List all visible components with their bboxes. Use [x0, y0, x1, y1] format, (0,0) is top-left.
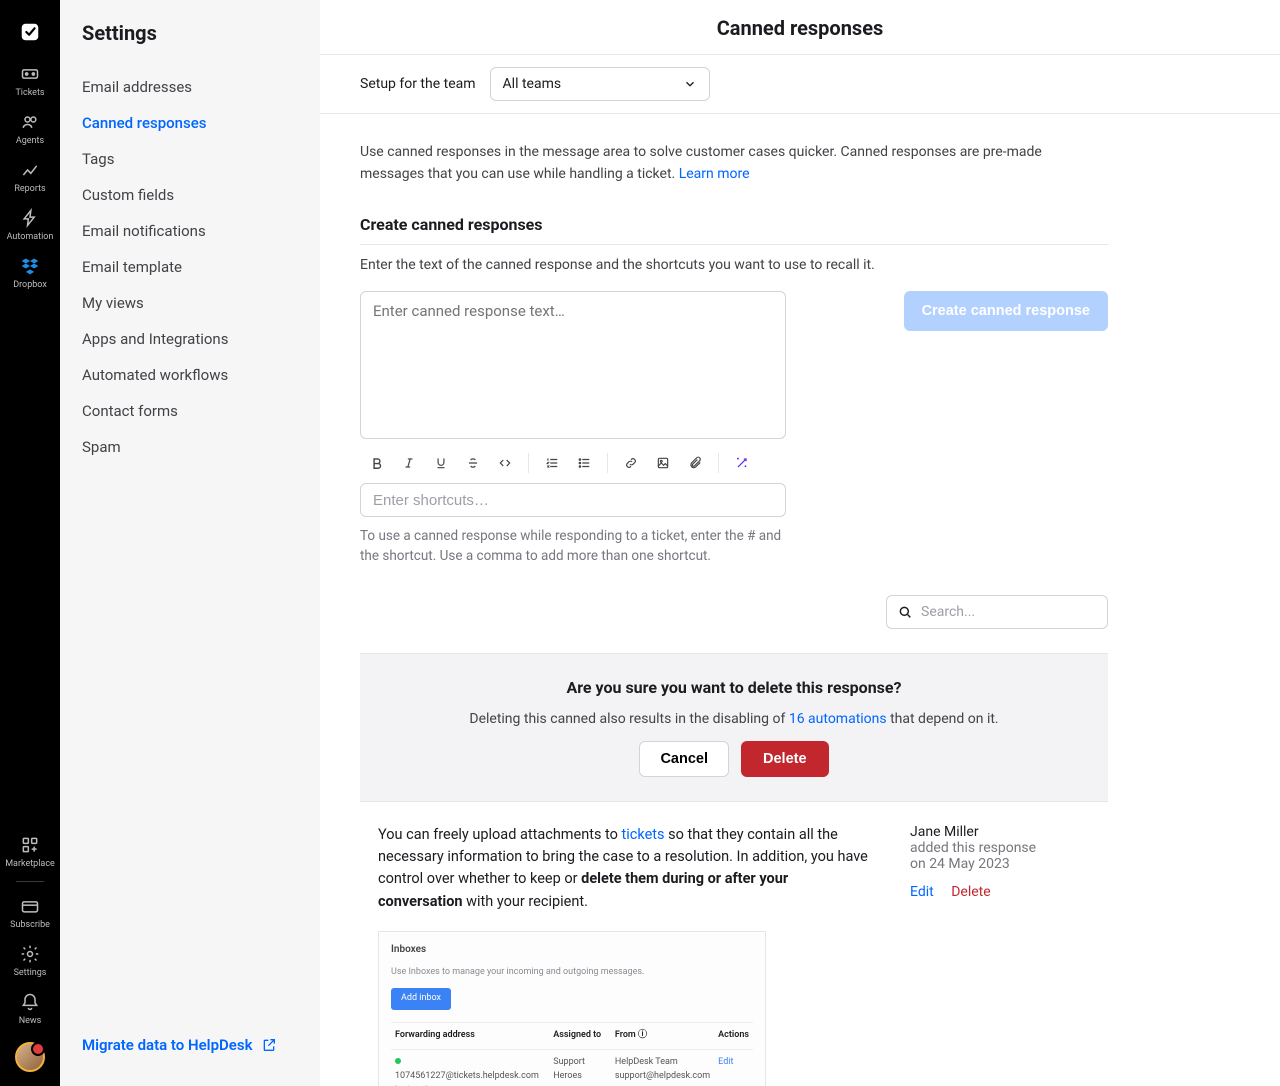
- page-title: Canned responses: [320, 16, 1280, 40]
- cancel-button[interactable]: Cancel: [639, 741, 729, 777]
- rail-item-reports[interactable]: Reports: [0, 152, 60, 200]
- sidebar-item-custom-fields[interactable]: Custom fields: [60, 177, 320, 213]
- delete-button[interactable]: Delete: [741, 741, 829, 777]
- sidebar-item-canned-responses[interactable]: Canned responses: [60, 105, 320, 141]
- chevron-down-icon: [683, 77, 697, 91]
- team-select[interactable]: All teams: [490, 67, 710, 101]
- confirm-title: Are you sure you want to delete this res…: [390, 678, 1078, 697]
- agents-icon: [20, 112, 40, 132]
- shortcut-input[interactable]: [360, 483, 786, 517]
- sidebar-item-email-template[interactable]: Email template: [60, 249, 320, 285]
- rail-item-tickets[interactable]: Tickets: [0, 56, 60, 104]
- subscribe-icon: [20, 896, 40, 916]
- intro-text: Use canned responses in the message area…: [360, 142, 1108, 185]
- main-content: Canned responses Setup for the team All …: [320, 0, 1280, 1086]
- bold-icon[interactable]: [368, 454, 386, 472]
- search-icon: [897, 604, 913, 620]
- underline-icon[interactable]: [432, 454, 450, 472]
- response-edit-link[interactable]: Edit: [910, 884, 934, 900]
- response-thumbnail: Inboxes Use Inboxes to manage your incom…: [378, 931, 766, 1086]
- automations-link[interactable]: 16 automations: [789, 711, 887, 727]
- rail-item-automation[interactable]: Automation: [0, 200, 60, 248]
- strikethrough-icon[interactable]: [464, 454, 482, 472]
- sidebar-title: Settings: [60, 0, 320, 63]
- editor-toolbar: [360, 443, 786, 483]
- response-delete-link[interactable]: Delete: [951, 884, 990, 900]
- external-link-icon: [261, 1037, 277, 1053]
- automation-icon: [20, 208, 40, 228]
- delete-confirmation: Are you sure you want to delete this res…: [360, 653, 1108, 802]
- sidebar-item-spam[interactable]: Spam: [60, 429, 320, 465]
- news-icon: [20, 992, 40, 1012]
- sidebar-item-apps-integrations[interactable]: Apps and Integrations: [60, 321, 320, 357]
- migrate-data-link[interactable]: Migrate data to HelpDesk: [82, 1036, 298, 1054]
- response-meta: Jane Miller added this response on 24 Ma…: [910, 824, 1090, 1086]
- sidebar-item-automated-workflows[interactable]: Automated workflows: [60, 357, 320, 393]
- avatar[interactable]: [15, 1042, 45, 1072]
- code-icon[interactable]: [496, 454, 514, 472]
- search-input[interactable]: [921, 604, 1099, 620]
- left-rail: Tickets Agents Reports Automation Dropbo…: [0, 0, 60, 1086]
- rail-item-news[interactable]: News: [0, 984, 60, 1032]
- rail-item-subscribe[interactable]: Subscribe: [0, 888, 60, 936]
- response-item: You can freely upload attachments to tic…: [360, 802, 1108, 1086]
- settings-icon: [20, 944, 40, 964]
- ordered-list-icon[interactable]: [543, 454, 561, 472]
- rail-item-dropbox[interactable]: Dropbox: [0, 248, 60, 296]
- rail-item-agents[interactable]: Agents: [0, 104, 60, 152]
- canned-response-editor[interactable]: [360, 291, 786, 439]
- ticket-icon: [20, 64, 40, 84]
- attachment-icon[interactable]: [686, 454, 704, 472]
- magic-icon[interactable]: [733, 454, 751, 472]
- sidebar-item-email-addresses[interactable]: Email addresses: [60, 69, 320, 105]
- rail-item-marketplace[interactable]: Marketplace: [0, 827, 60, 875]
- reports-icon: [20, 160, 40, 180]
- shortcut-help: To use a canned response while respondin…: [360, 527, 786, 566]
- link-icon[interactable]: [622, 454, 640, 472]
- response-body: You can freely upload attachments to tic…: [378, 824, 874, 1086]
- create-canned-response-button[interactable]: Create canned response: [904, 291, 1108, 331]
- sidebar-item-tags[interactable]: Tags: [60, 141, 320, 177]
- sidebar-item-contact-forms[interactable]: Contact forms: [60, 393, 320, 429]
- create-subtitle: Enter the text of the canned response an…: [360, 257, 1108, 273]
- search-box[interactable]: [886, 595, 1108, 629]
- sidebar-item-email-notifications[interactable]: Email notifications: [60, 213, 320, 249]
- create-section-title: Create canned responses: [360, 215, 1108, 234]
- unordered-list-icon[interactable]: [575, 454, 593, 472]
- team-bar-label: Setup for the team: [360, 76, 476, 92]
- sidebar-item-my-views[interactable]: My views: [60, 285, 320, 321]
- tickets-link[interactable]: tickets: [622, 826, 665, 843]
- marketplace-icon: [20, 835, 40, 855]
- confirm-body: Deleting this canned also results in the…: [390, 711, 1078, 727]
- rail-item-settings[interactable]: Settings: [0, 936, 60, 984]
- learn-more-link[interactable]: Learn more: [679, 166, 750, 182]
- dropbox-icon: [20, 256, 40, 276]
- italic-icon[interactable]: [400, 454, 418, 472]
- thumb-add-inbox-button: Add inbox: [391, 988, 451, 1010]
- settings-sidebar: Settings Email addresses Canned response…: [60, 0, 320, 1086]
- app-logo: [14, 16, 46, 48]
- image-icon[interactable]: [654, 454, 672, 472]
